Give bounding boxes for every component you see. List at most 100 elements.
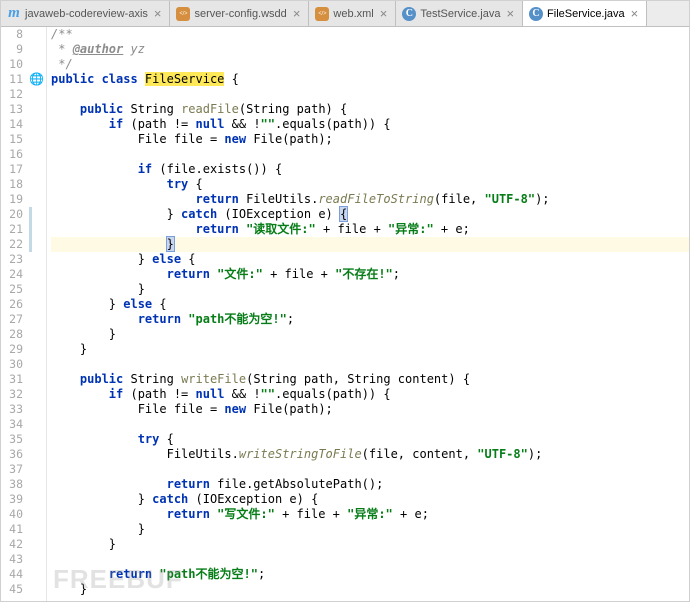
token: + file + (263, 267, 335, 281)
code-line[interactable]: } (51, 342, 689, 357)
token: file.getAbsolutePath(); (217, 477, 383, 491)
token: (IOException e) { (196, 492, 319, 506)
line-number: 15 (1, 132, 23, 147)
gutter-cell (29, 177, 46, 192)
token: catch (181, 207, 224, 221)
tab-javaweb-codereview-axis[interactable]: m javaweb-codereview-axis × (1, 1, 170, 26)
gutter-cell (29, 402, 46, 417)
line-number: 17 (1, 162, 23, 177)
line-number: 14 (1, 117, 23, 132)
token: */ (51, 57, 73, 71)
globe-icon: 🌐 (29, 72, 44, 86)
code-line[interactable]: public String writeFile(String path, Str… (51, 372, 689, 387)
token: "path不能为空!" (159, 567, 258, 581)
line-number: 22 (1, 237, 23, 252)
code-line[interactable]: } (51, 582, 689, 597)
line-number: 38 (1, 477, 23, 492)
line-number: 29 (1, 342, 23, 357)
token: writeStringToFile (239, 447, 362, 461)
token: return (196, 222, 247, 236)
token: + file + (275, 507, 347, 521)
token: File(path); (253, 132, 332, 146)
code-line[interactable]: } (51, 282, 689, 297)
code-line[interactable]: return "写文件:" + file + "异常:" + e; (51, 507, 689, 522)
code-line[interactable]: File file = new File(path); (51, 132, 689, 147)
code-line[interactable]: } else { (51, 297, 689, 312)
line-number-gutter: 8910111213141516171819202122232425262728… (1, 27, 29, 601)
line-number: 10 (1, 57, 23, 72)
code-line[interactable]: return FileUtils.readFileToString(file, … (51, 192, 689, 207)
code-line[interactable]: return "path不能为空!"; (51, 567, 689, 582)
code-line[interactable]: } (51, 327, 689, 342)
token: "文件:" (217, 267, 263, 281)
code-line[interactable]: if (file.exists()) { (51, 162, 689, 177)
token: new (224, 132, 253, 146)
tab-server-config-wsdd[interactable]: </>server-config.wsdd× (170, 1, 309, 26)
line-number: 24 (1, 267, 23, 282)
code-line[interactable]: try { (51, 177, 689, 192)
token: "path不能为空!" (188, 312, 287, 326)
gutter-cell (29, 357, 46, 372)
code-line[interactable] (51, 357, 689, 372)
line-number: 44 (1, 567, 23, 582)
line-number: 8 (1, 27, 23, 42)
token: + e; (434, 222, 470, 236)
code-line[interactable]: } catch (IOException e) { (51, 207, 689, 222)
code-line[interactable]: */ (51, 57, 689, 72)
gutter-cell (29, 57, 46, 72)
code-line[interactable] (51, 417, 689, 432)
code-line[interactable] (51, 87, 689, 102)
token: ); (535, 192, 549, 206)
tab-testservice-java[interactable]: CTestService.java× (396, 1, 523, 26)
code-line[interactable]: return "path不能为空!"; (51, 312, 689, 327)
code-area[interactable]: FREEBUF /** * @author yz */public class … (47, 27, 689, 601)
token: else (123, 297, 159, 311)
token: public (80, 102, 131, 116)
code-line[interactable]: if (path != null && !"".equals(path)) { (51, 387, 689, 402)
code-line[interactable]: return file.getAbsolutePath(); (51, 477, 689, 492)
close-icon[interactable]: × (504, 6, 516, 21)
code-line[interactable]: return "读取文件:" + file + "异常:" + e; (51, 222, 689, 237)
code-line[interactable] (51, 147, 689, 162)
code-line[interactable] (51, 462, 689, 477)
code-line[interactable]: FileUtils.writeStringToFile(file, conten… (51, 447, 689, 462)
code-line[interactable]: } else { (51, 252, 689, 267)
code-line[interactable]: return "文件:" + file + "不存在!"; (51, 267, 689, 282)
token: return (138, 312, 189, 326)
token: (String path, String content) { (246, 372, 470, 386)
code-line[interactable]: * @author yz (51, 42, 689, 57)
token: "不存在!" (335, 267, 393, 281)
line-number: 11 (1, 72, 23, 87)
close-icon[interactable]: × (378, 6, 390, 21)
code-line[interactable]: try { (51, 432, 689, 447)
gutter-cell (29, 132, 46, 147)
gutter-cell (29, 567, 46, 582)
close-icon[interactable]: × (152, 6, 164, 21)
line-number: 16 (1, 147, 23, 162)
line-number: 19 (1, 192, 23, 207)
close-icon[interactable]: × (291, 6, 303, 21)
code-line[interactable]: File file = new File(path); (51, 402, 689, 417)
tab-web-xml[interactable]: </>web.xml× (309, 1, 396, 26)
tab-label: javaweb-codereview-axis (25, 8, 148, 20)
code-line[interactable]: } (51, 522, 689, 537)
code-line[interactable]: /** (51, 27, 689, 42)
code-line[interactable] (51, 552, 689, 567)
code-line[interactable]: } (51, 237, 689, 252)
code-line[interactable]: public String readFile(String path) { (51, 102, 689, 117)
token: } (167, 207, 181, 221)
gutter-cell (29, 387, 46, 402)
tab-fileservice-java[interactable]: CFileService.java× (523, 1, 647, 26)
code-line[interactable]: } (51, 537, 689, 552)
line-number: 37 (1, 462, 23, 477)
file-icon: m (7, 7, 21, 21)
close-icon[interactable]: × (629, 6, 641, 21)
line-number: 43 (1, 552, 23, 567)
token: "写文件:" (217, 507, 275, 521)
code-line[interactable]: public class FileService { (51, 72, 689, 87)
code-line[interactable]: if (path != null && !"".equals(path)) { (51, 117, 689, 132)
code-line[interactable]: } catch (IOException e) { (51, 492, 689, 507)
gutter-cell (29, 477, 46, 492)
token: (path != (130, 387, 195, 401)
token: && ! (232, 387, 261, 401)
